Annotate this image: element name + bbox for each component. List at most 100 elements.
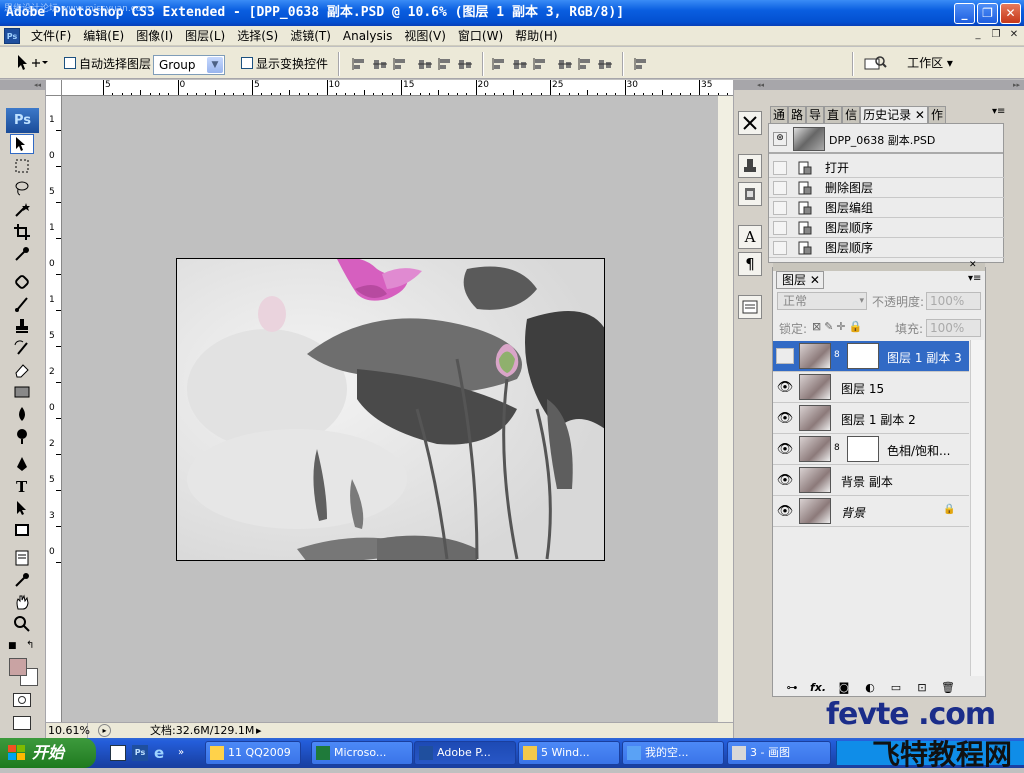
tab-paths[interactable]: 路	[788, 106, 807, 124]
align-distribute-button[interactable]	[531, 55, 549, 73]
menu-layer[interactable]: 图层(L)	[179, 27, 231, 44]
history-brush-source-checkbox[interactable]	[773, 181, 787, 195]
new-layer-icon[interactable]: ⊡	[909, 681, 935, 694]
photoshop-quicklaunch-icon[interactable]: Ps	[132, 745, 148, 761]
history-item[interactable]: 图层顺序	[769, 218, 1005, 238]
adjustment-icon[interactable]: ◐	[857, 681, 883, 694]
align-distribute-button[interactable]	[391, 55, 409, 73]
ie-quicklaunch-icon[interactable]: e	[154, 745, 170, 761]
lasso-tool-button[interactable]	[10, 178, 34, 198]
mask-icon[interactable]: ◙	[831, 681, 857, 694]
status-menu-icon[interactable]: ▸	[98, 724, 111, 737]
layers-scrollbar[interactable]	[970, 340, 984, 676]
path-selection-tool-button[interactable]	[10, 498, 34, 518]
align-distribute-button[interactable]	[371, 55, 389, 73]
history-item[interactable]: 图层编组	[769, 198, 1005, 218]
doc-restore-button[interactable]: ❐	[988, 28, 1004, 42]
layer-row[interactable]: 👁 8 色相/饱和...	[773, 434, 969, 465]
align-distribute-button[interactable]	[576, 55, 594, 73]
link-icon[interactable]: ⊶	[779, 681, 805, 694]
lock-icons[interactable]: ⊠✎✛🔒	[812, 320, 865, 333]
taskbar-button[interactable]: Adobe P...	[414, 741, 516, 765]
pen-tool-button[interactable]	[10, 454, 34, 474]
layer-visibility-toggle[interactable]: 👁	[776, 410, 794, 426]
history-snapshot[interactable]: ⊛ DPP_0638 副本.PSD	[769, 124, 1003, 154]
taskbar-button[interactable]: 我的空...	[622, 741, 724, 765]
mask-link-icon[interactable]: 8	[834, 350, 840, 360]
fill-input[interactable]: 100%	[926, 319, 981, 337]
show-desktop-icon[interactable]	[110, 745, 126, 761]
taskbar-button[interactable]: 5 Wind...	[518, 741, 620, 765]
layer-row[interactable]: 👁 背景 副本	[773, 465, 969, 496]
menu-select[interactable]: 选择(S)	[231, 27, 284, 44]
align-distribute-button[interactable]	[511, 55, 529, 73]
taskbar-button[interactable]: 3 - 画图	[727, 741, 831, 765]
foreground-color-swatch[interactable]	[9, 658, 27, 676]
align-distribute-button[interactable]	[350, 55, 368, 73]
align-distribute-button[interactable]	[490, 55, 508, 73]
eyedropper-sample-tool-button[interactable]	[10, 570, 34, 590]
workspace-button[interactable]: 工作区 ▾	[895, 52, 965, 74]
type-tool-button[interactable]: T	[10, 476, 34, 496]
tab-layers[interactable]: 图层 ✕	[776, 271, 824, 289]
menu-edit[interactable]: 编辑(E)	[77, 27, 130, 44]
menu-help[interactable]: 帮助(H)	[509, 27, 563, 44]
clone-source-panel-button[interactable]	[738, 182, 762, 206]
dock-grip[interactable]: ◂◂	[734, 80, 766, 90]
layer-visibility-toggle[interactable]: 👁	[776, 503, 794, 519]
magic-wand-tool-button[interactable]	[10, 200, 34, 220]
eraser-tool-button[interactable]	[10, 360, 34, 380]
dodge-tool-button[interactable]	[10, 426, 34, 446]
taskbar-button[interactable]: Microso...	[311, 741, 413, 765]
brushes-panel-button[interactable]	[738, 154, 762, 178]
blur-tool-button[interactable]	[10, 404, 34, 424]
blend-mode-dropdown[interactable]: 正常 ▾	[777, 292, 867, 310]
move-tool-button[interactable]	[10, 134, 34, 154]
menu-filter[interactable]: 滤镜(T)	[284, 27, 337, 44]
shape-tool-button[interactable]	[10, 520, 34, 540]
menu-file[interactable]: 文件(F)	[25, 27, 77, 44]
tab-info[interactable]: 信	[842, 106, 861, 124]
vertical-scrollbar[interactable]	[717, 96, 733, 722]
marquee-tool-button[interactable]	[10, 156, 34, 176]
align-distribute-button[interactable]	[556, 55, 574, 73]
align-distribute-button[interactable]	[416, 55, 434, 73]
tab-actions[interactable]: 作	[927, 106, 946, 124]
color-swatches[interactable]	[6, 656, 40, 690]
eyedropper-tool-button[interactable]	[10, 244, 34, 264]
tab-histogram[interactable]: 直	[824, 106, 843, 124]
quicklaunch-expand-icon[interactable]: »	[178, 745, 194, 761]
clone-stamp-tool-button[interactable]	[10, 316, 34, 336]
crop-tool-button[interactable]	[10, 222, 34, 242]
menu-analysis[interactable]: Analysis	[337, 29, 398, 43]
close-button[interactable]: ✕	[1000, 3, 1021, 24]
menu-image[interactable]: 图像(I)	[130, 27, 179, 44]
zoom-level[interactable]: 10.61%	[48, 723, 90, 738]
quick-mask-button[interactable]	[13, 693, 31, 707]
taskbar-button[interactable]: 11 QQ2009	[205, 741, 301, 765]
history-brush-tool-button[interactable]	[10, 338, 34, 358]
history-brush-source-checkbox[interactable]	[773, 161, 787, 175]
layer-visibility-toggle[interactable]	[776, 348, 794, 364]
screen-mode-button[interactable]	[13, 716, 31, 730]
palette-well-button[interactable]	[862, 53, 888, 73]
history-panel-menu-icon[interactable]: ▾≡	[992, 106, 1005, 117]
tab-navigator[interactable]: 导	[806, 106, 825, 124]
toolbox-grip[interactable]: ◂◂	[0, 80, 45, 90]
tab-channels[interactable]: 通	[770, 106, 789, 124]
history-brush-source-checkbox[interactable]	[773, 221, 787, 235]
show-transform-checkbox[interactable]	[241, 57, 253, 69]
history-item[interactable]: 图层顺序	[769, 238, 1005, 258]
history-brush-source-checkbox[interactable]	[773, 241, 787, 255]
minimize-button[interactable]: _	[954, 3, 975, 24]
snapshot-source-icon[interactable]: ⊛	[773, 132, 787, 146]
close-tab-icon[interactable]: ✕	[810, 273, 820, 287]
tab-history[interactable]: 历史记录 ✕	[860, 106, 928, 124]
align-distribute-button[interactable]	[456, 55, 474, 73]
zoom-tool-button[interactable]	[10, 614, 34, 634]
history-brush-source-checkbox[interactable]	[773, 201, 787, 215]
menu-view[interactable]: 视图(V)	[398, 27, 452, 44]
menu-window[interactable]: 窗口(W)	[452, 27, 509, 44]
restore-button[interactable]: ❐	[977, 3, 998, 24]
layer-row[interactable]: 👁 图层 1 副本 2	[773, 403, 969, 434]
